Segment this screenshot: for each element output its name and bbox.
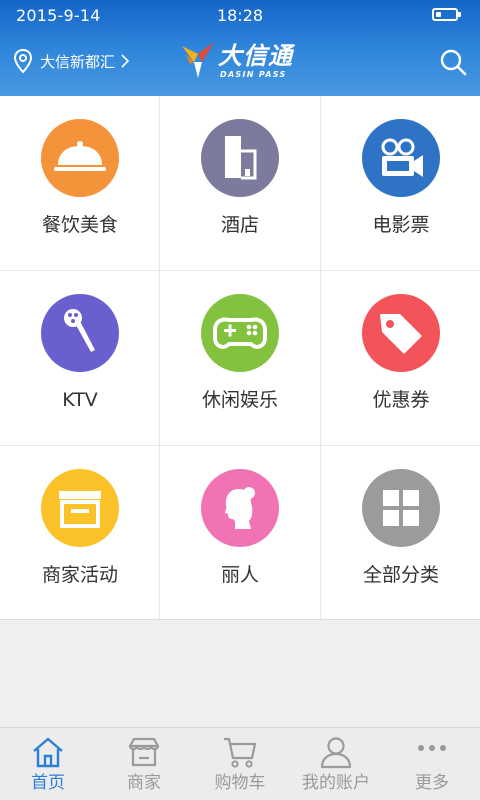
category-icon-circle xyxy=(41,119,119,197)
category-beauty[interactable]: 丽人 xyxy=(160,446,320,620)
user-icon xyxy=(320,737,352,769)
nav-item-cart[interactable]: 购物车 xyxy=(192,728,288,800)
category-icon-circle xyxy=(362,469,440,547)
category-icon-circle xyxy=(201,469,279,547)
cart-icon xyxy=(224,737,257,768)
category-label: 休闲娱乐 xyxy=(201,389,278,411)
nav-label: 商家 xyxy=(127,773,161,793)
category-merchant-events[interactable]: 商家活动 xyxy=(0,446,160,620)
category-dining[interactable]: 餐饮美食 xyxy=(0,96,160,270)
category-icon-circle xyxy=(41,294,119,372)
search-button[interactable] xyxy=(438,47,468,77)
logo-subtitle: DASIN PASS xyxy=(220,70,287,79)
app-screen: 2015-9-14 18:28 大信新都汇 大信通 DASIN PASS 餐饮美… xyxy=(0,0,480,800)
microphone-icon xyxy=(64,309,95,352)
nav-item-merchants[interactable]: 商家 xyxy=(96,728,192,800)
logo-mark-icon xyxy=(182,42,214,78)
woman-profile-icon xyxy=(225,487,255,529)
category-all[interactable]: 全部分类 xyxy=(321,446,480,620)
app-logo: 大信通 DASIN PASS xyxy=(180,38,304,86)
home-icon xyxy=(33,737,63,768)
category-label: 酒店 xyxy=(220,214,259,236)
category-icon-circle xyxy=(41,469,119,547)
category-hotel[interactable]: 酒店 xyxy=(160,96,320,270)
gamepad-icon xyxy=(213,317,267,349)
category-ktv[interactable]: KTV xyxy=(0,271,160,445)
dining-cloche-icon xyxy=(54,141,106,171)
category-coupon[interactable]: 优惠券 xyxy=(321,271,480,445)
category-grid: 餐饮美食 酒店 电影票 KTV 休闲娱乐 优惠券 商家活动 丽人 全部分类 xyxy=(0,96,480,620)
category-icon-circle xyxy=(201,119,279,197)
nav-item-account[interactable]: 我的账户 xyxy=(288,728,384,800)
coupon-tag-icon xyxy=(380,314,422,354)
nav-label: 更多 xyxy=(415,773,449,793)
chevron-right-icon xyxy=(121,54,130,68)
category-entertainment[interactable]: 休闲娱乐 xyxy=(160,271,320,445)
category-label: 优惠券 xyxy=(372,389,430,411)
location-selector[interactable]: 大信新都汇 xyxy=(12,46,130,76)
movie-camera-icon xyxy=(381,138,423,177)
status-bar: 2015-9-14 18:28 xyxy=(0,0,480,32)
storefront-icon xyxy=(59,491,101,528)
category-icon-circle xyxy=(201,294,279,372)
nav-item-home[interactable]: 首页 xyxy=(0,728,96,800)
category-icon-circle xyxy=(362,294,440,372)
store-icon xyxy=(128,737,160,767)
category-movie[interactable]: 电影票 xyxy=(321,96,480,270)
category-icon-circle xyxy=(362,119,440,197)
category-label: 餐饮美食 xyxy=(41,214,118,236)
bottom-nav: 首页 商家 购物车 我的账户 更多 xyxy=(0,727,480,800)
hotel-building-icon xyxy=(225,136,257,180)
category-label: 电影票 xyxy=(372,214,430,236)
nav-label: 购物车 xyxy=(214,773,266,793)
app-header: 2015-9-14 18:28 大信新都汇 大信通 DASIN PASS xyxy=(0,0,480,96)
category-label: 商家活动 xyxy=(41,564,118,586)
nav-label: 我的账户 xyxy=(302,773,370,793)
status-time: 18:28 xyxy=(216,6,264,25)
category-label: 丽人 xyxy=(220,564,259,586)
battery-icon xyxy=(432,8,461,21)
nav-label: 首页 xyxy=(31,773,65,793)
grid-four-icon xyxy=(383,490,419,526)
logo-title: 大信通 xyxy=(218,42,293,70)
search-icon xyxy=(440,49,467,76)
more-icon xyxy=(418,745,446,751)
location-label: 大信新都汇 xyxy=(40,52,116,71)
battery-level xyxy=(436,12,441,17)
location-pin-icon xyxy=(13,48,33,74)
category-label: KTV xyxy=(62,389,98,411)
nav-item-more[interactable]: 更多 xyxy=(384,728,480,800)
category-label: 全部分类 xyxy=(362,564,439,586)
